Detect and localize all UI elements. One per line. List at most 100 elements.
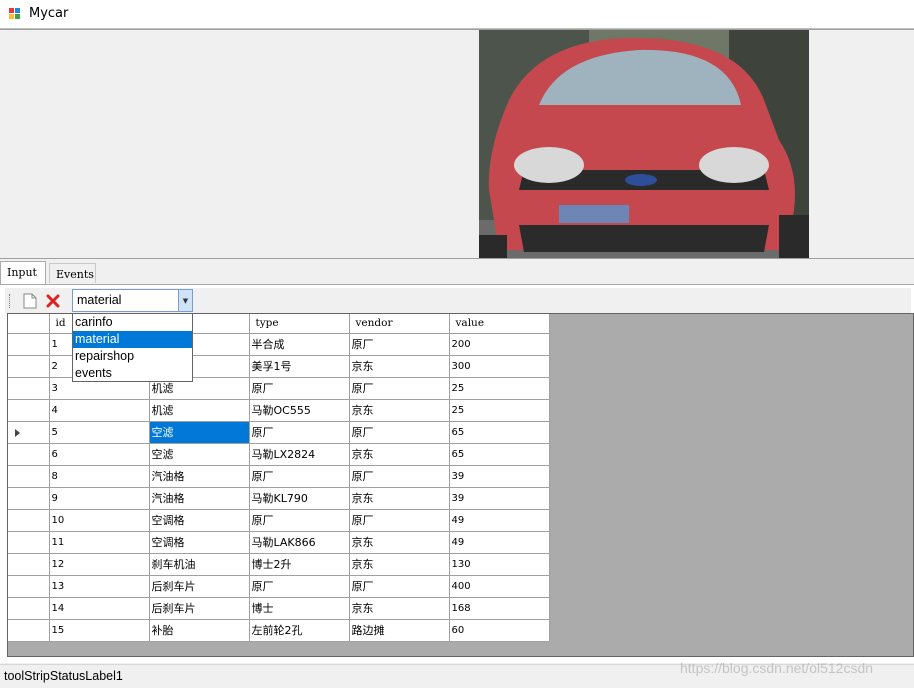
cell-id[interactable]: 4 xyxy=(49,399,150,422)
table-select-combo[interactable]: material ▼ xyxy=(72,289,193,312)
cell-id[interactable]: 10 xyxy=(49,509,150,532)
cell-id[interactable]: 9 xyxy=(49,487,150,510)
table-row[interactable]: 11 空调格 马勒LAK866 京东 49 xyxy=(8,531,550,554)
cell-name[interactable]: 空滤 xyxy=(149,421,250,444)
cell-vendor[interactable]: 京东 xyxy=(349,531,450,554)
cell-type[interactable]: 原厂 xyxy=(249,421,350,444)
cell-type[interactable]: 左前轮2孔 xyxy=(249,619,350,642)
table-row[interactable]: 13 后刹车片 原厂 原厂 400 xyxy=(8,575,550,598)
cell-type[interactable]: 博士2升 xyxy=(249,553,350,576)
cell-type[interactable]: 马勒LX2824 xyxy=(249,443,350,466)
cell-name[interactable]: 后刹车片 xyxy=(149,597,250,620)
cell-type[interactable]: 博士 xyxy=(249,597,350,620)
cell-name[interactable]: 汽油格 xyxy=(149,487,250,510)
cell-vendor[interactable]: 京东 xyxy=(349,399,450,422)
table-row[interactable]: 10 空调格 原厂 原厂 49 xyxy=(8,509,550,532)
tab-input[interactable]: Input xyxy=(0,261,46,284)
row-header[interactable] xyxy=(8,443,50,466)
row-header[interactable] xyxy=(8,377,50,400)
cell-value[interactable]: 49 xyxy=(449,509,550,532)
cell-name[interactable]: 后刹车片 xyxy=(149,575,250,598)
cell-type[interactable]: 原厂 xyxy=(249,509,350,532)
dropdown-option-carinfo[interactable]: carinfo xyxy=(73,314,192,331)
cell-value[interactable]: 65 xyxy=(449,443,550,466)
cell-id[interactable]: 15 xyxy=(49,619,150,642)
cell-id[interactable]: 8 xyxy=(49,465,150,488)
table-row[interactable]: 15 补胎 左前轮2孔 路边摊 60 xyxy=(8,619,550,642)
cell-id[interactable]: 6 xyxy=(49,443,150,466)
cell-value[interactable]: 400 xyxy=(449,575,550,598)
cell-vendor[interactable]: 原厂 xyxy=(349,509,450,532)
cell-type[interactable]: 半合成 xyxy=(249,333,350,356)
table-row[interactable]: 5 空滤 原厂 原厂 65 xyxy=(8,421,550,444)
table-row[interactable]: 9 汽油格 马勒KL790 京东 39 xyxy=(8,487,550,510)
row-header[interactable] xyxy=(8,487,50,510)
cell-vendor[interactable]: 原厂 xyxy=(349,377,450,400)
cell-value[interactable]: 300 xyxy=(449,355,550,378)
cell-value[interactable]: 39 xyxy=(449,487,550,510)
cell-type[interactable]: 原厂 xyxy=(249,465,350,488)
cell-vendor[interactable]: 京东 xyxy=(349,355,450,378)
cell-value[interactable]: 39 xyxy=(449,465,550,488)
cell-name[interactable]: 空调格 xyxy=(149,531,250,554)
cell-vendor[interactable]: 京东 xyxy=(349,597,450,620)
cell-name[interactable]: 补胎 xyxy=(149,619,250,642)
dropdown-option-repairshop[interactable]: repairshop xyxy=(73,348,192,365)
row-header[interactable] xyxy=(8,553,50,576)
cell-name[interactable]: 空滤 xyxy=(149,443,250,466)
cell-value[interactable]: 65 xyxy=(449,421,550,444)
cell-id[interactable]: 13 xyxy=(49,575,150,598)
row-header[interactable] xyxy=(8,355,50,378)
dropdown-option-material[interactable]: material xyxy=(73,331,192,348)
row-header[interactable] xyxy=(8,531,50,554)
cell-vendor[interactable]: 京东 xyxy=(349,487,450,510)
column-header-type[interactable]: type xyxy=(249,314,350,334)
table-row[interactable]: 4 机滤 马勒OC555 京东 25 xyxy=(8,399,550,422)
cell-vendor[interactable]: 原厂 xyxy=(349,465,450,488)
cell-name[interactable]: 空调格 xyxy=(149,509,250,532)
new-button[interactable] xyxy=(20,291,40,311)
cell-value[interactable]: 130 xyxy=(449,553,550,576)
cell-value[interactable]: 200 xyxy=(449,333,550,356)
table-row[interactable]: 8 汽油格 原厂 原厂 39 xyxy=(8,465,550,488)
cell-type[interactable]: 马勒KL790 xyxy=(249,487,350,510)
cell-id[interactable]: 5 xyxy=(49,421,150,444)
cell-type[interactable]: 马勒OC555 xyxy=(249,399,350,422)
cell-type[interactable]: 原厂 xyxy=(249,575,350,598)
toolstrip-grip[interactable] xyxy=(9,294,13,308)
row-header[interactable] xyxy=(8,509,50,532)
row-header[interactable] xyxy=(8,597,50,620)
row-header[interactable] xyxy=(8,421,50,444)
row-header[interactable] xyxy=(8,399,50,422)
cell-value[interactable]: 168 xyxy=(449,597,550,620)
table-row[interactable]: 12 刹车机油 博士2升 京东 130 xyxy=(8,553,550,576)
delete-button[interactable] xyxy=(43,291,63,311)
cell-id[interactable]: 12 xyxy=(49,553,150,576)
table-row[interactable]: 6 空滤 马勒LX2824 京东 65 xyxy=(8,443,550,466)
cell-type[interactable]: 原厂 xyxy=(249,377,350,400)
column-header-vendor[interactable]: vendor xyxy=(349,314,450,334)
cell-vendor[interactable]: 京东 xyxy=(349,443,450,466)
table-row[interactable]: 14 后刹车片 博士 京东 168 xyxy=(8,597,550,620)
cell-vendor[interactable]: 京东 xyxy=(349,553,450,576)
tab-events[interactable]: Events xyxy=(49,263,96,283)
cell-type[interactable]: 美孚1号 xyxy=(249,355,350,378)
cell-id[interactable]: 11 xyxy=(49,531,150,554)
row-header[interactable] xyxy=(8,575,50,598)
cell-type[interactable]: 马勒LAK866 xyxy=(249,531,350,554)
cell-name[interactable]: 机滤 xyxy=(149,399,250,422)
cell-vendor[interactable]: 原厂 xyxy=(349,575,450,598)
dropdown-option-events[interactable]: events xyxy=(73,365,192,382)
cell-vendor[interactable]: 原厂 xyxy=(349,421,450,444)
row-header[interactable] xyxy=(8,465,50,488)
cell-vendor[interactable]: 路边摊 xyxy=(349,619,450,642)
cell-value[interactable]: 60 xyxy=(449,619,550,642)
cell-value[interactable]: 25 xyxy=(449,399,550,422)
cell-value[interactable]: 49 xyxy=(449,531,550,554)
cell-id[interactable]: 14 xyxy=(49,597,150,620)
cell-name[interactable]: 汽油格 xyxy=(149,465,250,488)
row-header[interactable] xyxy=(8,333,50,356)
cell-name[interactable]: 刹车机油 xyxy=(149,553,250,576)
column-header-value[interactable]: value xyxy=(449,314,550,334)
combo-dropdown-button[interactable]: ▼ xyxy=(178,290,192,311)
